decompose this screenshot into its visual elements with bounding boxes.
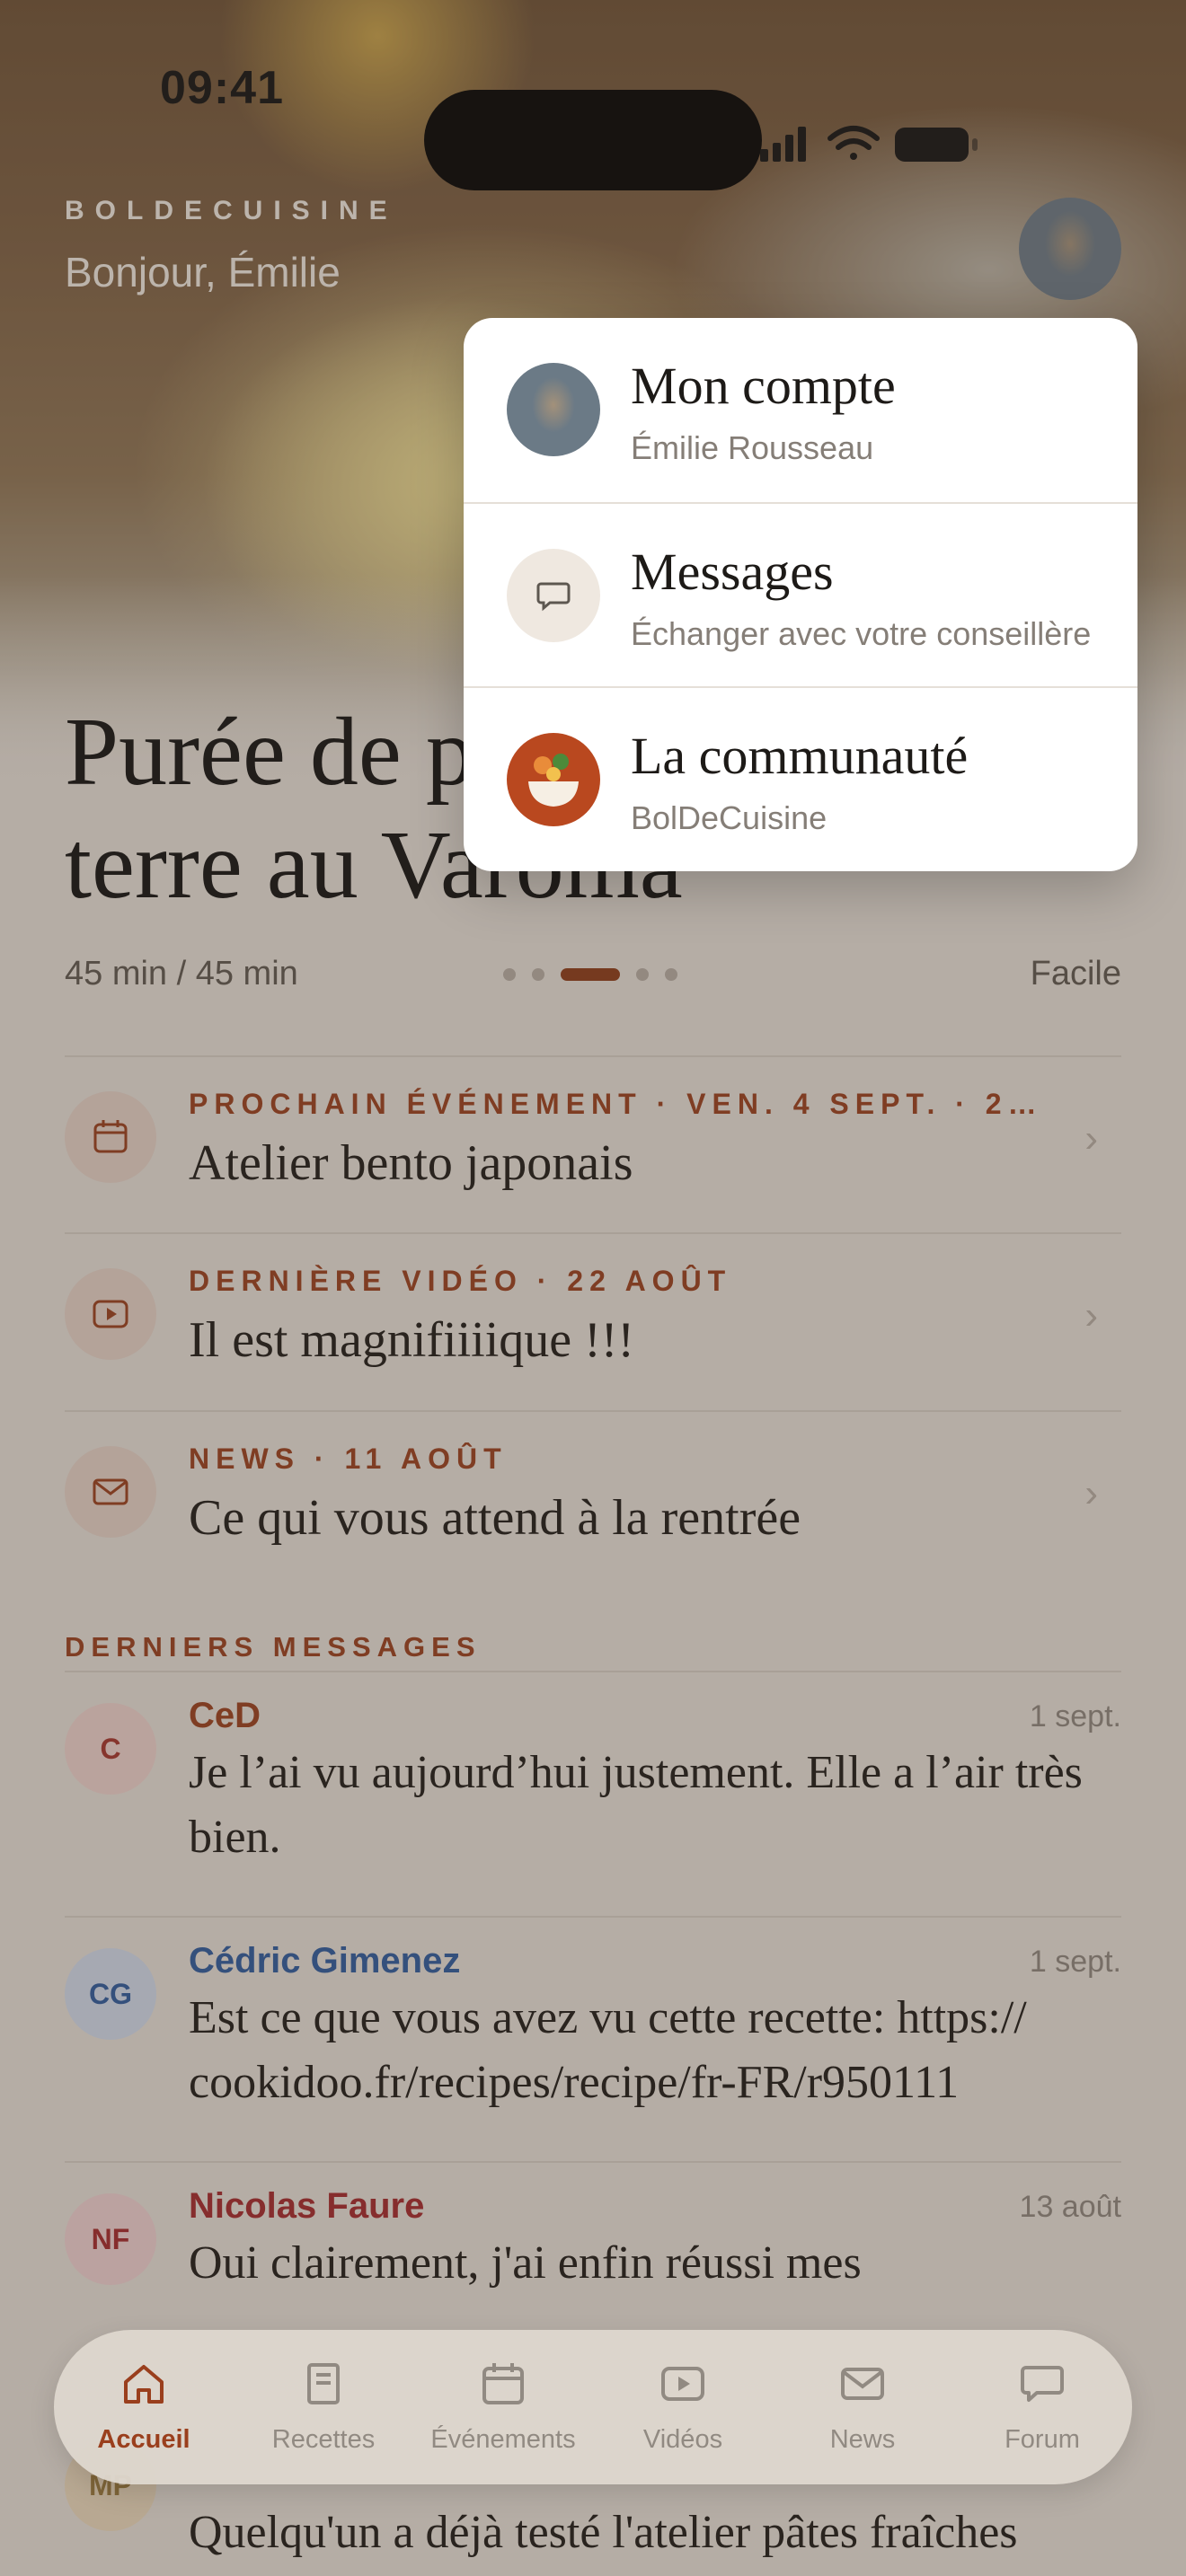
community-logo-icon xyxy=(507,733,600,826)
tab-label: Recettes xyxy=(271,2425,376,2454)
chat-bubble-icon xyxy=(1021,2366,1064,2402)
tab-accueil[interactable]: Accueil xyxy=(54,2330,234,2484)
home-screen: 09:41 BOLDECUISINE Bonjour, Émilie Purée… xyxy=(0,0,1186,2576)
account-menu: Mon compte Émilie Rousseau Messages Écha… xyxy=(464,318,1137,871)
tab-news[interactable]: News xyxy=(773,2330,952,2484)
tab-evenements[interactable]: Événements xyxy=(413,2330,593,2484)
tab-label: News xyxy=(829,2425,896,2454)
tab-label: Forum xyxy=(1005,2425,1080,2454)
menu-item-subtitle: Échanger avec votre conseillère xyxy=(631,615,1092,652)
tab-forum[interactable]: Forum xyxy=(952,2330,1132,2484)
tab-videos[interactable]: Vidéos xyxy=(593,2330,773,2484)
video-icon xyxy=(661,2367,704,2401)
menu-item-subtitle: BolDeCuisine xyxy=(631,799,828,836)
menu-item-title: La communauté xyxy=(631,727,969,785)
chat-bubble-icon xyxy=(507,549,600,642)
menu-item-mon-compte[interactable]: Mon compte Émilie Rousseau xyxy=(464,318,1137,502)
menu-item-communaute[interactable]: La communauté BolDeCuisine xyxy=(464,686,1137,871)
tab-label: Vidéos xyxy=(642,2425,723,2454)
tab-bar: Accueil Recettes Événements Vidéos News … xyxy=(54,2330,1132,2484)
envelope-icon xyxy=(841,2368,884,2400)
tab-label: Événements xyxy=(430,2425,576,2454)
calendar-icon xyxy=(482,2363,524,2404)
book-icon xyxy=(307,2363,340,2404)
menu-item-title: Mon compte xyxy=(631,357,896,415)
avatar xyxy=(507,363,600,456)
menu-item-title: Messages xyxy=(631,543,834,601)
menu-item-subtitle: Émilie Rousseau xyxy=(631,429,874,466)
tab-recettes[interactable]: Recettes xyxy=(234,2330,413,2484)
home-icon xyxy=(124,2365,164,2404)
tab-label: Accueil xyxy=(97,2425,190,2454)
menu-item-messages[interactable]: Messages Échanger avec votre conseillère xyxy=(464,502,1137,688)
